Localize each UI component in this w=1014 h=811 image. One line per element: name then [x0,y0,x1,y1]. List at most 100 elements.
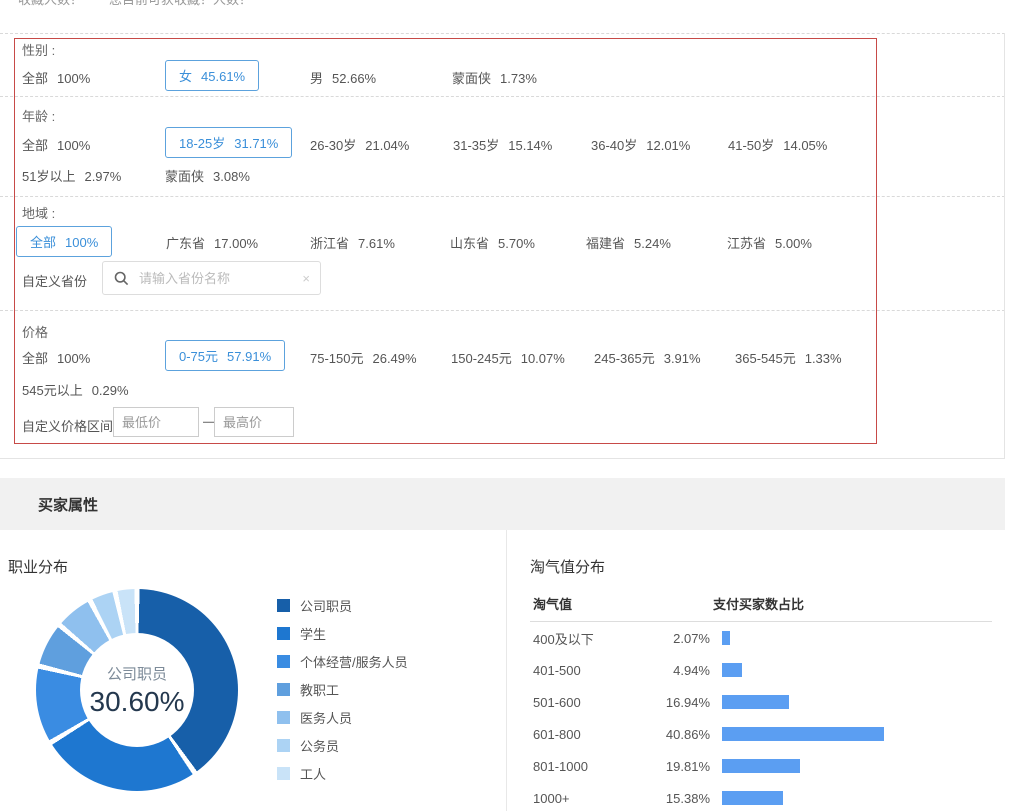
region-section-label: 地域 : [22,203,55,222]
filter-price-0-75[interactable]: 0-75元57.91% [165,340,285,371]
taoqi-row: 401-5004.94% [530,654,992,686]
filter-price-all[interactable]: 全部100% [22,348,90,367]
filter-price-245-365[interactable]: 245-365元3.91% [594,348,701,367]
legend-item[interactable]: 教职工 [277,675,408,703]
gender-section-label: 性别 : [22,40,55,59]
filter-age-masked[interactable]: 蒙面侠3.08% [165,166,250,185]
legend-item[interactable]: 学生 [277,619,408,647]
filter-price-365-545[interactable]: 365-545元1.33% [735,348,842,367]
legend-swatch-icon [277,655,290,668]
taoqi-row: 801-100019.81% [530,750,992,782]
taoqi-percent-value: 40.86% [663,727,710,742]
province-search-input[interactable] [137,270,302,287]
occupation-chart-title: 职业分布 [8,556,68,577]
province-search[interactable]: × [102,261,321,295]
price-section-label: 价格 [22,322,48,341]
taoqi-range-label: 501-600 [533,695,663,710]
occupation-legend: 公司职员学生个体经营/服务人员教职工医务人员公务员工人 [277,591,408,787]
taoqi-col-header-share: 支付买家数占比 [713,594,804,613]
legend-item-label: 个体经营/服务人员 [300,652,408,671]
filter-age-all[interactable]: 全部100% [22,135,90,154]
filter-age-36-40[interactable]: 36-40岁12.01% [591,135,690,154]
taoqi-bar [722,631,730,645]
legend-swatch-icon [277,711,290,724]
filter-region-all[interactable]: 全部100% [16,226,112,257]
filter-age-41-50[interactable]: 41-50岁14.05% [728,135,827,154]
section-divider [0,33,1005,34]
filter-gender-all[interactable]: 全部100% [22,68,90,87]
taoqi-bar [722,727,884,741]
filter-age-51plus[interactable]: 51岁以上2.97% [22,166,121,185]
search-icon [114,271,129,286]
section-divider [0,196,1005,197]
taoqi-range-label: 401-500 [533,663,663,678]
legend-item-label: 医务人员 [300,708,352,727]
taoqi-bar [722,663,742,677]
buyer-attributes-title: 买家属性 [38,494,98,515]
top-strip: 收藏人数？ 您目前可获收藏？人数？ [0,0,1014,32]
filter-age-31-35[interactable]: 31-35岁15.14% [453,135,552,154]
taoqi-percent-value: 4.94% [663,663,710,678]
filter-age-26-30[interactable]: 26-30岁21.04% [310,135,409,154]
taoqi-range-label: 801-1000 [533,759,663,774]
filter-region-jiangsu[interactable]: 江苏省5.00% [727,233,812,252]
legend-item[interactable]: 公务员 [277,731,408,759]
clear-icon[interactable]: × [302,271,310,286]
taoqi-percent-value: 2.07% [663,631,710,646]
custom-price-label: 自定义价格区间 [22,416,113,435]
taoqi-row: 501-60016.94% [530,686,992,718]
legend-swatch-icon [277,739,290,752]
taoqi-bar [722,759,800,773]
donut-center-label: 公司职员 [107,663,167,684]
legend-item[interactable]: 公司职员 [277,591,408,619]
donut-center-value: 30.60% [90,686,185,718]
taoqi-chart-title: 淘气值分布 [530,556,992,577]
custom-province-label: 自定义省份 [22,271,87,290]
donut-hole: 公司职员 30.60% [80,633,194,747]
legend-item-label: 公司职员 [300,596,352,615]
legend-item-label: 学生 [300,624,326,643]
filter-price-75-150[interactable]: 75-150元26.49% [310,348,417,367]
taoqi-row: 601-80040.86% [530,718,992,750]
filter-region-zhejiang[interactable]: 浙江省7.61% [310,233,395,252]
legend-item-label: 教职工 [300,680,339,699]
section-divider [0,310,1005,311]
legend-item-label: 公务员 [300,736,339,755]
taoqi-percent-value: 15.38% [663,791,710,806]
filter-region-shandong[interactable]: 山东省5.70% [450,233,535,252]
filter-age-18-25[interactable]: 18-25岁31.71% [165,127,292,158]
occupation-donut-chart: 公司职员 30.60% [36,589,238,791]
taoqi-table-header: 淘气值 支付买家数占比 [530,594,992,613]
legend-item[interactable]: 医务人员 [277,703,408,731]
legend-item-label: 工人 [300,764,326,783]
age-section-label: 年龄 : [22,106,55,125]
taoqi-col-header-value: 淘气值 [533,594,713,613]
legend-swatch-icon [277,767,290,780]
buyer-attributes-header: 买家属性 [0,478,1005,530]
legend-item[interactable]: 个体经营/服务人员 [277,647,408,675]
filter-region-guangdong[interactable]: 广东省17.00% [166,233,258,252]
taoqi-bar [722,695,789,709]
legend-swatch-icon [277,599,290,612]
price-max-input[interactable] [214,407,294,437]
filter-price-150-245[interactable]: 150-245元10.07% [451,348,565,367]
taoqi-percent-value: 19.81% [663,759,710,774]
taoqi-panel: 淘气值分布 淘气值 支付买家数占比 400及以下2.07% 401-5004.94… [530,556,992,811]
filter-gender-male[interactable]: 男52.66% [310,68,376,87]
legend-swatch-icon [277,683,290,696]
taoqi-rows: 400及以下2.07%401-5004.94%501-60016.94%601-… [530,622,992,811]
taoqi-range-label: 1000+ [533,791,663,806]
filter-price-545plus[interactable]: 545元以上0.29% [22,380,129,399]
page: 收藏人数？ 您目前可获收藏？人数？ 性别 : 全部100% 女45.61% 男5… [0,0,1014,811]
filter-gender-female[interactable]: 女45.61% [165,60,259,91]
section-divider [0,96,1005,97]
taoqi-percent-value: 16.94% [663,695,710,710]
filter-gender-masked[interactable]: 蒙面侠1.73% [452,68,537,87]
filter-region-fujian[interactable]: 福建省5.24% [586,233,671,252]
legend-swatch-icon [277,627,290,640]
taoqi-range-label: 400及以下 [533,629,663,648]
price-min-input[interactable] [113,407,199,437]
legend-item[interactable]: 工人 [277,759,408,787]
taoqi-row: 1000+15.38% [530,782,992,811]
taoqi-bar [722,791,783,805]
